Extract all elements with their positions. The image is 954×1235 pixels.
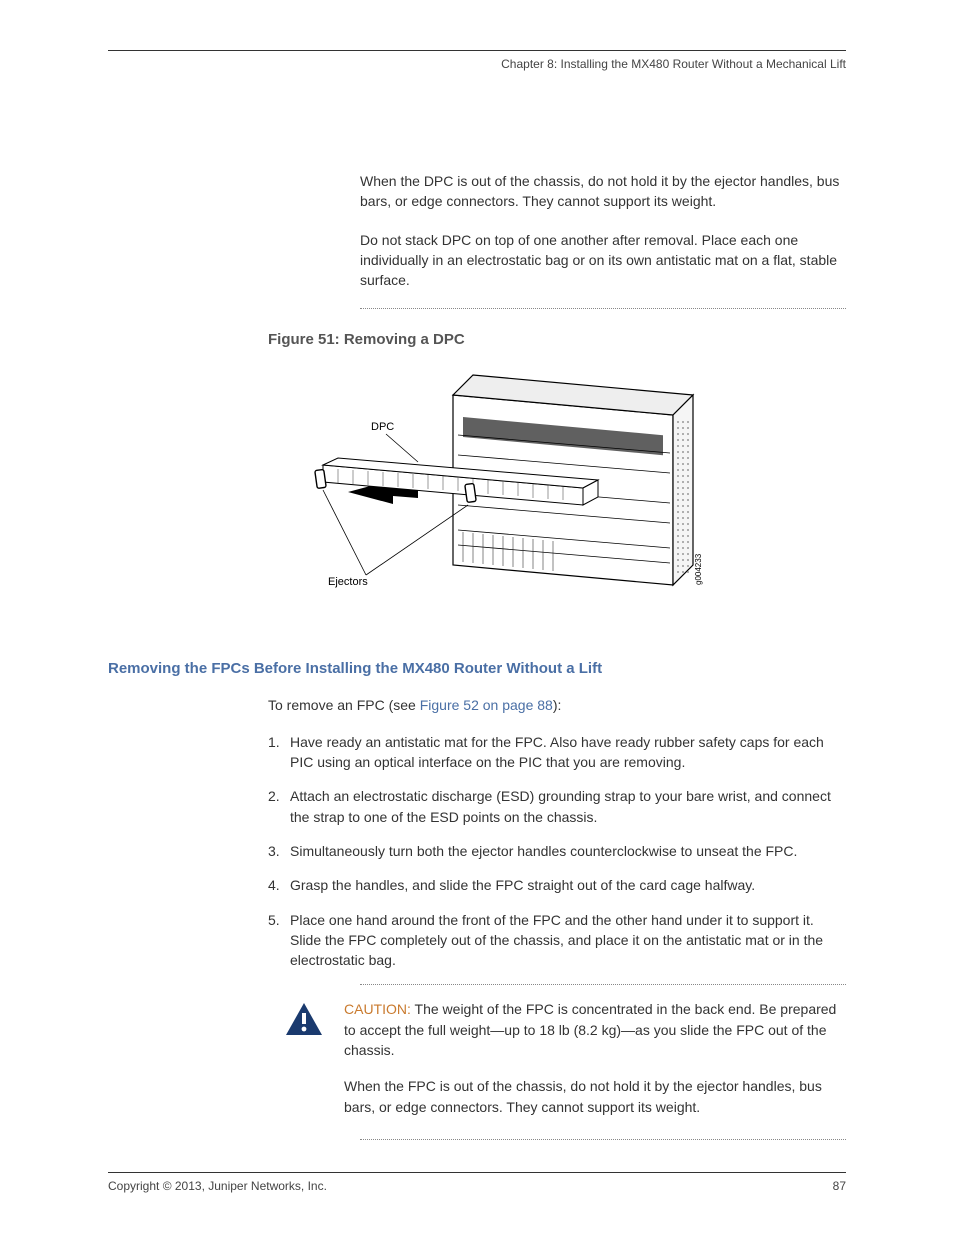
list-number: 2. xyxy=(268,786,290,827)
page-header: Chapter 8: Installing the MX480 Router W… xyxy=(108,57,846,71)
caution-block: CAUTION: The weight of the FPC is concen… xyxy=(284,999,846,1132)
list-text: Attach an electrostatic discharge (ESD) … xyxy=(290,786,846,827)
page-footer: Copyright © 2013, Juniper Networks, Inc.… xyxy=(108,1172,846,1193)
figure-link[interactable]: Figure 52 on page 88 xyxy=(420,697,553,713)
intro-text: To remove an FPC (see Figure 52 on page … xyxy=(268,695,846,715)
list-text: Simultaneously turn both the ejector han… xyxy=(290,841,846,861)
list-item: 4. Grasp the handles, and slide the FPC … xyxy=(268,875,846,895)
caution-paragraph-2: When the FPC is out of the chassis, do n… xyxy=(344,1076,846,1117)
figure-label-ejectors: Ejectors xyxy=(328,576,368,588)
list-text: Grasp the handles, and slide the FPC str… xyxy=(290,875,846,895)
list-number: 5. xyxy=(268,910,290,971)
figure-title: Figure 51: Removing a DPC xyxy=(268,331,846,348)
caution-text-1: The weight of the FPC is concentrated in… xyxy=(344,1001,836,1058)
list-text: Place one hand around the front of the F… xyxy=(290,910,846,971)
list-number: 3. xyxy=(268,841,290,861)
list-number: 4. xyxy=(268,875,290,895)
paragraph-dpc-1: When the DPC is out of the chassis, do n… xyxy=(360,171,846,212)
caution-icon xyxy=(284,999,324,1132)
section-heading: Removing the FPCs Before Installing the … xyxy=(108,660,846,677)
caution-paragraph-1: CAUTION: The weight of the FPC is concen… xyxy=(344,999,846,1060)
intro-pre: To remove an FPC (see xyxy=(268,697,420,713)
list-number: 1. xyxy=(268,732,290,773)
divider-dotted xyxy=(360,308,846,309)
figure-label-dpc: DPC xyxy=(371,421,394,433)
intro-post: ): xyxy=(553,697,562,713)
divider-dotted xyxy=(360,1139,846,1140)
list-text: Have ready an antistatic mat for the FPC… xyxy=(290,732,846,773)
figure-id: g004233 xyxy=(694,554,703,586)
copyright-text: Copyright © 2013, Juniper Networks, Inc. xyxy=(108,1179,327,1193)
procedure-list: 1. Have ready an antistatic mat for the … xyxy=(268,732,846,971)
list-item: 5. Place one hand around the front of th… xyxy=(268,910,846,971)
page-number: 87 xyxy=(833,1179,846,1193)
footer-rule xyxy=(108,1172,846,1173)
list-item: 1. Have ready an antistatic mat for the … xyxy=(268,732,846,773)
paragraph-dpc-2: Do not stack DPC on top of one another a… xyxy=(360,230,846,291)
list-item: 3. Simultaneously turn both the ejector … xyxy=(268,841,846,861)
caution-label: CAUTION: xyxy=(344,1001,415,1017)
figure-illustration: DPC Ejectors g004233 xyxy=(298,360,718,630)
list-item: 2. Attach an electrostatic discharge (ES… xyxy=(268,786,846,827)
header-rule xyxy=(108,50,846,51)
divider-dotted xyxy=(360,984,846,985)
